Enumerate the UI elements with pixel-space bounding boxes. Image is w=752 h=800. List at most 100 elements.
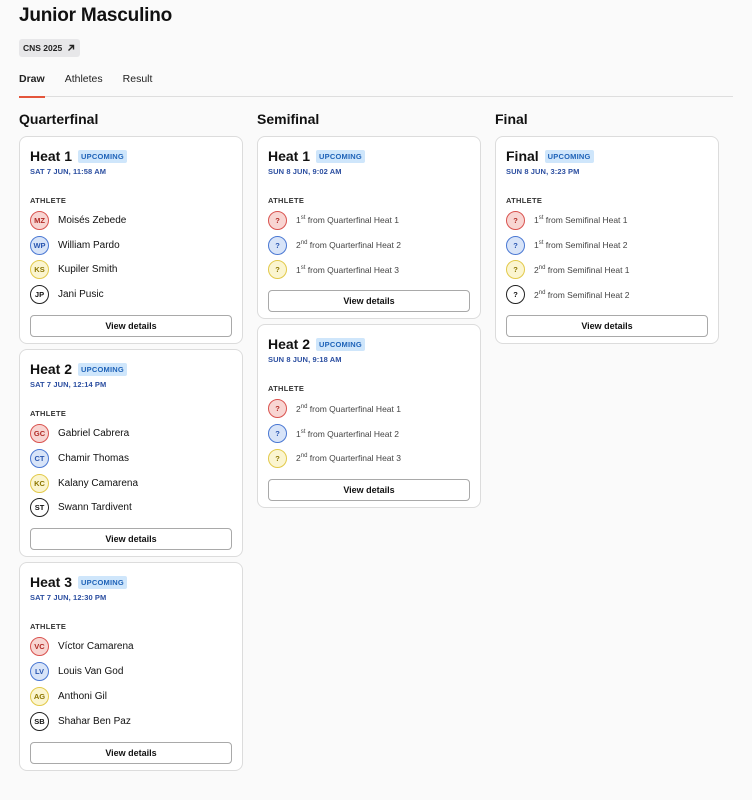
qualification-text: 2nd from Semifinal Heat 2: [534, 290, 630, 300]
qualification-rank-suffix: nd: [538, 265, 546, 272]
athlete-row: CT Chamir Thomas: [30, 446, 232, 471]
qualification-text: 1st from Semifinal Heat 2: [534, 240, 628, 250]
athlete-avatar: AG: [30, 686, 49, 706]
heat-header: Heat 1 UPCOMING: [30, 148, 232, 164]
qualification-rank-suffix: st: [538, 240, 544, 247]
athlete-name: Louis Van God: [58, 666, 124, 678]
qualification-source: from Quarterfinal Heat 2: [307, 428, 399, 439]
heat-header: Heat 2 UPCOMING: [268, 336, 470, 352]
heat-name: Heat 1: [30, 148, 73, 164]
status-badge: UPCOMING: [544, 149, 594, 163]
athlete-avatar: KS: [30, 260, 49, 280]
heat-name: Heat 2: [268, 336, 311, 353]
round-column-quarterfinal: Quarterfinal Heat 1 UPCOMING SAT 7 JUN, 11:…: [19, 110, 243, 776]
athlete-avatar: ?: [268, 210, 287, 230]
view-details-button[interactable]: View details: [506, 315, 708, 338]
qualification-rank-suffix: st: [300, 265, 306, 272]
heat-time: SAT 7 JUN, 12:14 PM: [30, 380, 107, 390]
athlete-name: Swann Tardivent: [58, 502, 132, 514]
heat-name: Heat 2: [30, 361, 73, 378]
round-column-semifinal: Semifinal Heat 1 UPCOMING SUN 8 JUN, 9:02 A…: [257, 110, 481, 513]
athlete-avatar: ?: [268, 424, 287, 444]
athlete-row: ? 1st from Quarterfinal Heat 3: [268, 258, 470, 283]
qualification-text: 2nd from Quarterfinal Heat 3: [296, 453, 401, 463]
athlete-row: ? 2nd from Semifinal Heat 1: [506, 258, 708, 283]
athlete-avatar: LV: [30, 662, 49, 682]
athlete-column-header: ATHLETE: [30, 409, 67, 419]
status-badge: UPCOMING: [78, 575, 127, 589]
heat-card: Heat 1 UPCOMING SAT 7 JUN, 11:58 AM ATHLETE…: [19, 136, 243, 345]
heat-time: SUN 8 JUN, 9:02 AM: [268, 167, 342, 176]
athlete-avatar: ?: [268, 260, 287, 280]
qualification-source: from Quarterfinal Heat 1: [309, 403, 401, 414]
event-badge-label: CNS 2025: [23, 43, 63, 53]
athlete-avatar: VC: [30, 637, 49, 657]
athlete-row: ? 1st from Semifinal Heat 1: [506, 208, 708, 233]
event-link-badge[interactable]: CNS 2025: [19, 39, 81, 57]
athlete-name: Shahar Ben Paz: [58, 715, 131, 727]
athlete-avatar: GC: [30, 424, 49, 444]
heat-card: Final UPCOMING SUN 8 JUN, 3:23 PM ATHLETE? 1…: [495, 136, 719, 345]
athlete-name: Moisés Zebede: [58, 214, 127, 226]
athlete-avatar: WP: [30, 235, 49, 255]
heat-card: Heat 3 UPCOMING SAT 7 JUN, 12:30 PM ATHLETE…: [19, 562, 243, 771]
view-details-button[interactable]: View details: [268, 290, 470, 313]
heat-time: SAT 7 JUN, 11:58 AM: [30, 167, 107, 176]
qualification-text: 2nd from Quarterfinal Heat 1: [296, 404, 401, 414]
qualification-text: 2nd from Semifinal Heat 1: [534, 265, 630, 275]
athlete-name: Chamir Thomas: [58, 452, 129, 464]
athlete-avatar: CT: [30, 448, 49, 468]
status-badge: UPCOMING: [78, 149, 127, 163]
athlete-row: ? 2nd from Quarterfinal Heat 1: [268, 396, 470, 421]
tab-draw[interactable]: Draw: [19, 72, 45, 98]
tab-athletes[interactable]: Athletes: [65, 72, 103, 97]
athlete-row: LV Louis Van God: [30, 659, 232, 684]
tab-result[interactable]: Result: [123, 72, 153, 97]
view-details-button[interactable]: View details: [30, 315, 232, 338]
athlete-row: AG Anthoni Gil: [30, 684, 232, 709]
heat-header: Final UPCOMING: [506, 148, 708, 164]
athlete-name: Víctor Camarena: [58, 641, 134, 653]
view-details-button[interactable]: View details: [268, 478, 470, 501]
status-badge: UPCOMING: [316, 337, 365, 351]
view-details-button[interactable]: View details: [30, 741, 232, 764]
athlete-row: MZ Moisés Zebede: [30, 208, 232, 233]
athlete-row: ? 2nd from Semifinal Heat 2: [506, 282, 708, 307]
heat-name: Heat 1: [268, 148, 311, 164]
athlete-column-header: ATHLETE: [30, 196, 67, 205]
qualification-source: from Quarterfinal Heat 3: [309, 453, 401, 464]
qualification-text: 1st from Quarterfinal Heat 1: [296, 215, 399, 225]
athlete-avatar: ?: [506, 235, 525, 255]
qualification-rank-suffix: nd: [300, 453, 308, 460]
heat-time: SUN 8 JUN, 3:23 PM: [506, 167, 580, 176]
athlete-name: Kalany Camarena: [58, 477, 139, 489]
heat-name: Heat 3: [30, 574, 73, 591]
athlete-avatar: ?: [506, 210, 525, 230]
heat-header: Heat 1 UPCOMING: [268, 148, 470, 164]
heat-time: SAT 7 JUN, 12:30 PM: [30, 593, 107, 603]
round-title: Final: [495, 111, 528, 127]
qualification-text: 1st from Quarterfinal Heat 3: [296, 265, 399, 275]
athlete-avatar: ?: [268, 448, 287, 468]
view-details-button[interactable]: View details: [30, 528, 232, 551]
athlete-avatar: ?: [506, 260, 525, 280]
athlete-name: Gabriel Cabrera: [58, 428, 130, 440]
athlete-column-header: ATHLETE: [506, 196, 543, 205]
athlete-row: KS Kupiler Smith: [30, 258, 232, 283]
qualification-rank-suffix: st: [538, 215, 544, 222]
athlete-avatar: ?: [268, 399, 287, 419]
heat-header: Heat 2 UPCOMING: [30, 361, 232, 377]
athlete-avatar: ?: [268, 235, 287, 255]
athlete-avatar: MZ: [30, 210, 49, 230]
athlete-row: ? 1st from Quarterfinal Heat 1: [268, 208, 470, 233]
athlete-name: Jani Pusic: [58, 289, 104, 301]
qualification-text: 1st from Quarterfinal Heat 2: [296, 429, 399, 439]
athlete-avatar: KC: [30, 473, 49, 493]
athlete-row: ? 2nd from Quarterfinal Heat 3: [268, 446, 470, 471]
athlete-row: JP Jani Pusic: [30, 282, 232, 307]
qualification-rank-suffix: st: [300, 428, 306, 435]
round-title: Semifinal: [257, 111, 320, 127]
athlete-row: ST Swann Tardivent: [30, 496, 232, 521]
qualification-text: 1st from Semifinal Heat 1: [534, 215, 628, 225]
heat-card: Heat 2 UPCOMING SUN 8 JUN, 9:18 AM ATHLETE?…: [257, 324, 481, 508]
